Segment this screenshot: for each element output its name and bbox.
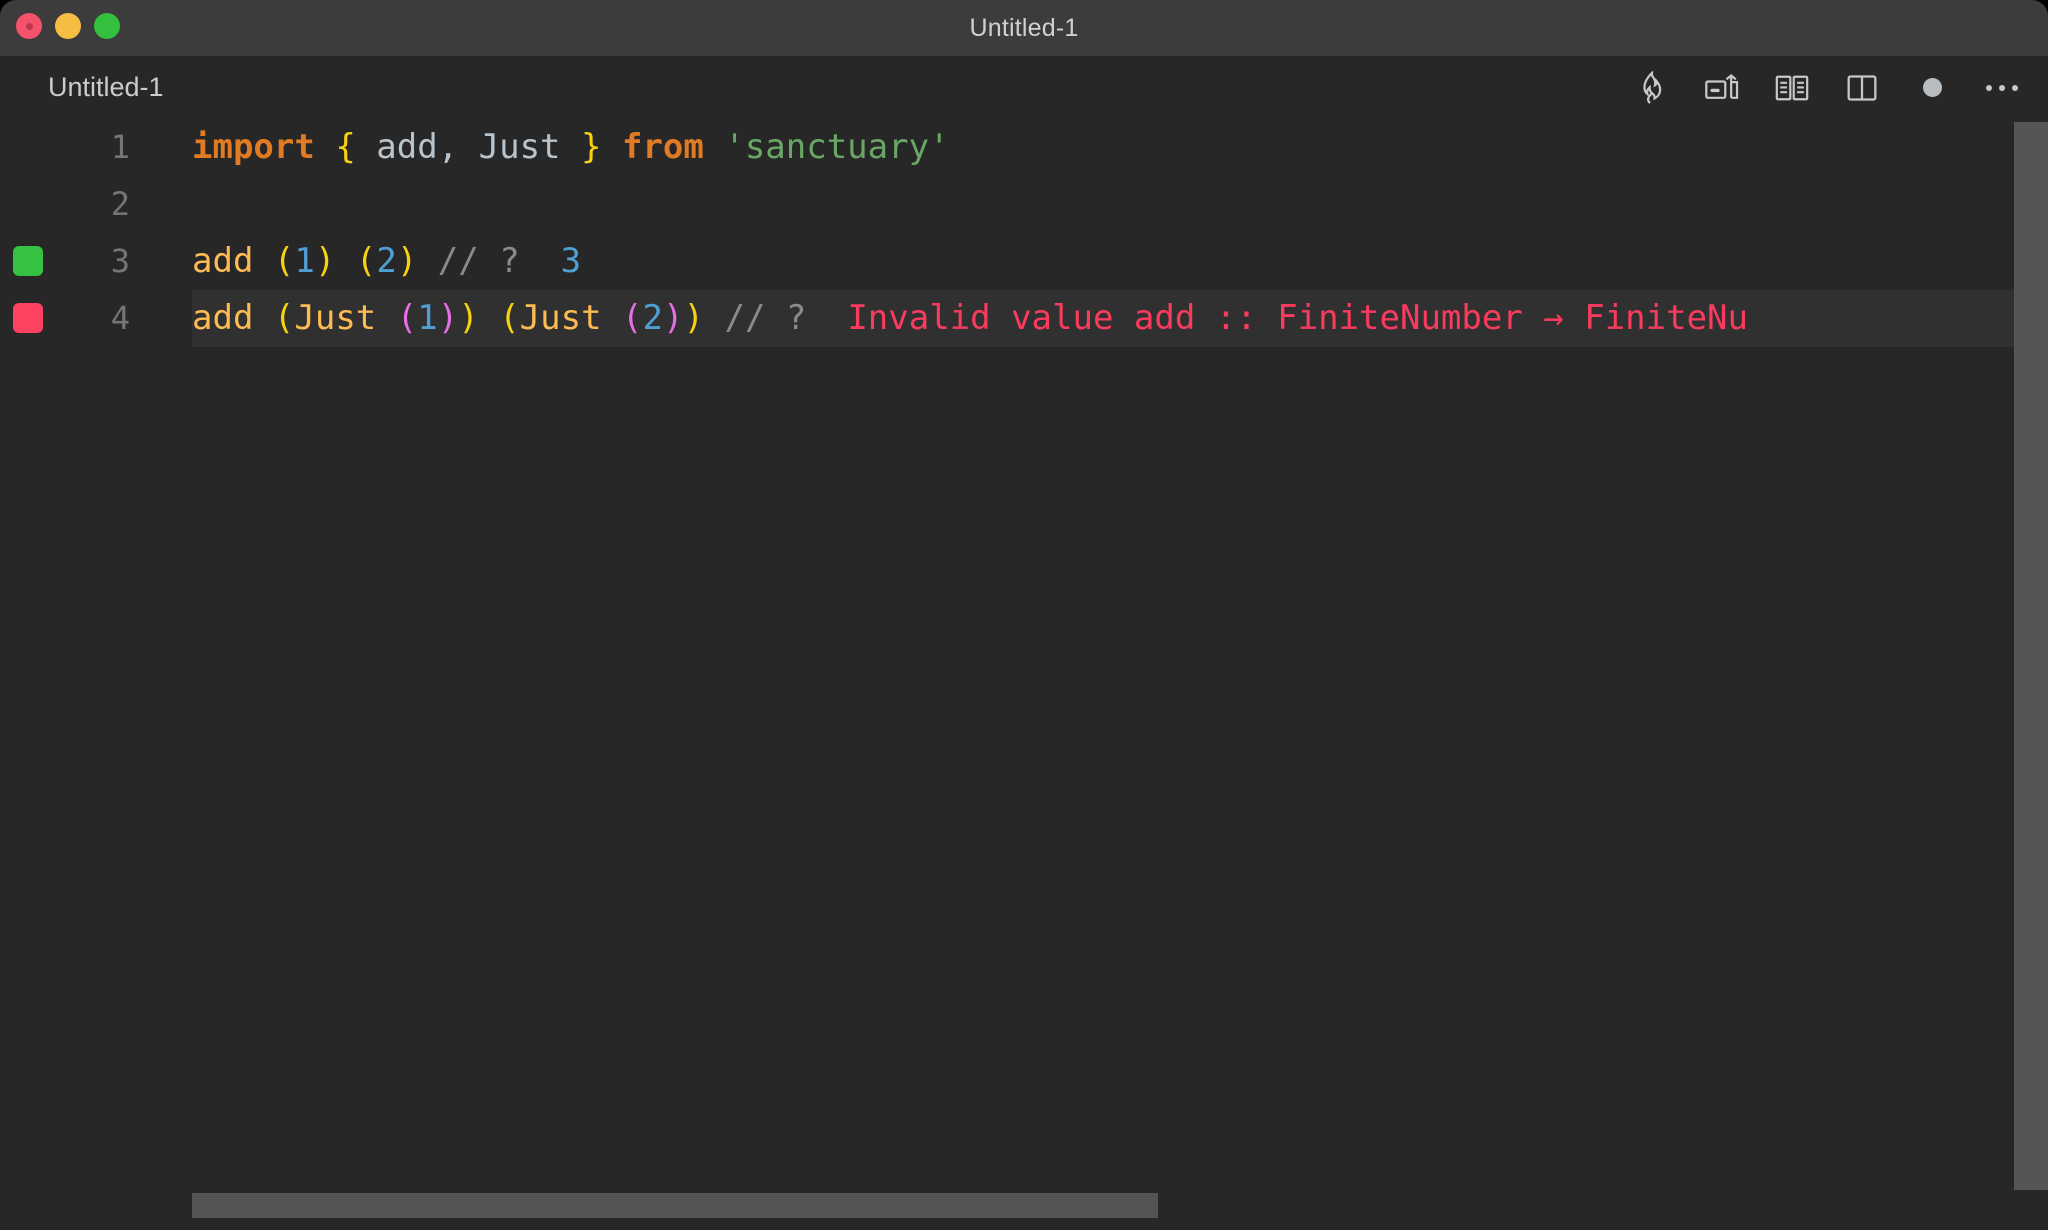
line-number: 1 (110, 128, 130, 166)
code-line-1[interactable]: 1 import { add, Just } from 'sanctuary' (0, 119, 2048, 176)
code-token: 2 (642, 298, 664, 338)
code-token: ) (683, 298, 704, 338)
code-token: ( (355, 241, 377, 281)
code-token: from (621, 127, 704, 167)
unsaved-dot-icon[interactable] (1910, 66, 1954, 110)
vertical-scrollbar[interactable] (2014, 122, 2048, 1190)
open-preview-icon[interactable] (1770, 66, 1814, 110)
line-number: 4 (110, 299, 130, 337)
line-content[interactable]: add (1) (2) // ? 3 (192, 233, 581, 290)
code-token: // ? (724, 298, 807, 338)
editor-toolbar (1630, 56, 2024, 119)
code-token: add (192, 241, 254, 281)
code-line-list: 1 import { add, Just } from 'sanctuary' 2 3… (0, 119, 2048, 347)
line-content[interactable]: import { add, Just } from 'sanctuary' (192, 119, 950, 176)
code-token: // ? (437, 241, 520, 281)
code-token: import (192, 127, 315, 167)
code-token: ) (458, 298, 479, 338)
code-editor[interactable]: 1 import { add, Just } from 'sanctuary' 2 3… (0, 119, 2048, 1230)
window-title: Untitled-1 (969, 14, 1079, 42)
code-token: ( (273, 241, 295, 281)
code-line-2[interactable]: 2 (0, 176, 2048, 233)
code-token: ( (396, 298, 418, 338)
code-token: 3 (560, 241, 582, 281)
tab-untitled-1[interactable]: Untitled-1 (48, 56, 164, 119)
code-line-4[interactable]: 4 add (Just (1)) (Just (2)) // ? Invalid … (0, 290, 2048, 347)
code-token: ) (396, 241, 418, 281)
horizontal-scrollbar[interactable] (192, 1193, 1158, 1218)
code-token: 1 (417, 298, 438, 338)
line-number: 3 (110, 242, 130, 280)
code-token: Just (458, 127, 581, 167)
line-number: 2 (110, 185, 130, 223)
code-token: } (581, 127, 602, 167)
code-token: { (335, 127, 356, 167)
flame-icon[interactable] (1630, 66, 1674, 110)
more-actions-icon[interactable] (1980, 66, 2024, 110)
code-token: ) (663, 298, 684, 338)
code-token: ) (314, 241, 336, 281)
code-token: ( (499, 298, 520, 338)
editor-window: Untitled-1 Untitled-1 1 import {add, Ju… (0, 0, 2048, 1230)
code-token: Just (294, 298, 377, 338)
split-editor-icon[interactable] (1840, 66, 1884, 110)
code-token: add (355, 127, 438, 167)
code-token: 1 (294, 241, 315, 281)
editor-tab-bar: Untitled-1 (0, 56, 2048, 119)
line-content[interactable]: add (Just (1)) (Just (2)) // ? Invalid v… (192, 290, 2048, 347)
code-line-3[interactable]: 3 add (1) (2) // ? 3 (0, 233, 2048, 290)
code-token: ( (622, 298, 643, 338)
code-token: Just (519, 298, 602, 338)
split-terminal-icon[interactable] (1700, 66, 1744, 110)
code-token: , (437, 127, 459, 167)
code-token: 'sanctuary' (724, 127, 950, 167)
code-token: add (192, 298, 254, 338)
code-token: ( (273, 298, 295, 338)
code-token: 2 (376, 241, 397, 281)
title-bar[interactable]: Untitled-1 (0, 0, 2048, 56)
code-token: Invalid value add :: FiniteNumber → Fini… (847, 298, 1748, 338)
code-token: ) (437, 298, 459, 338)
